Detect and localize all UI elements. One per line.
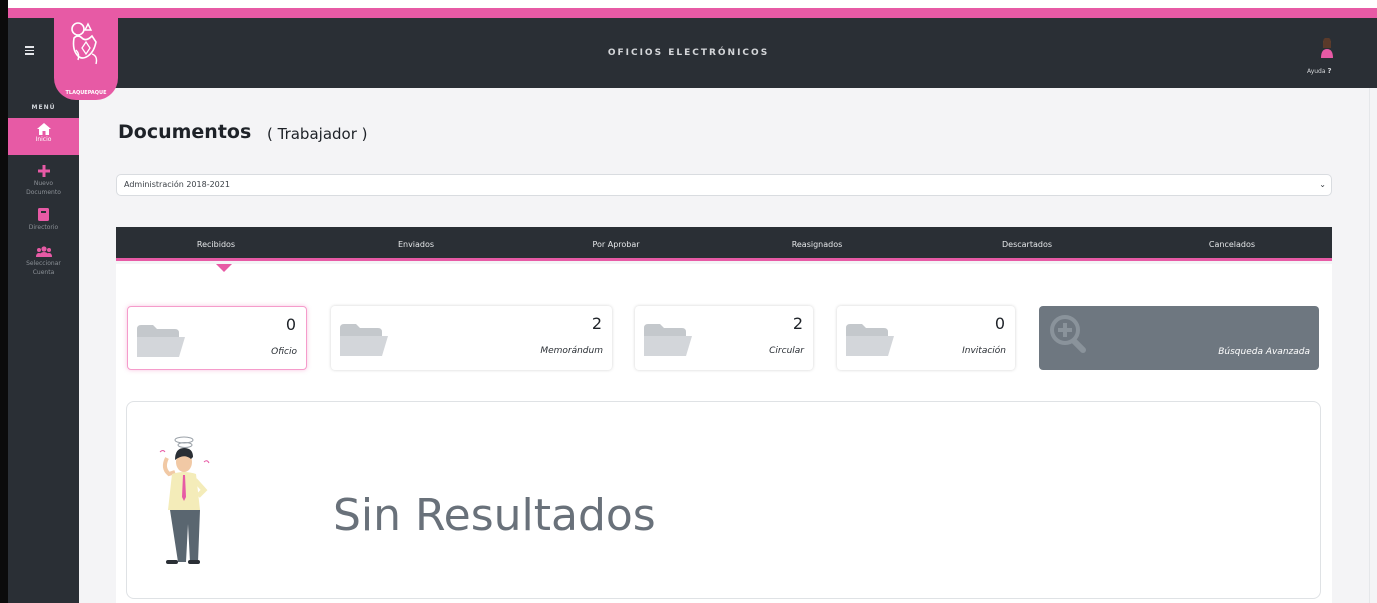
administration-select[interactable]: Administración 2018-2021 ⌄ [116,174,1332,196]
card-circular[interactable]: 2 Circular [635,306,813,370]
window-top-edge [0,0,1377,8]
confused-man-illustration [159,436,210,564]
help-mark: ? [1327,67,1332,75]
logo-text: TLAQUEPAQUE [65,90,107,96]
card-oficio[interactable]: 0 Oficio [127,306,307,370]
folder-icon [137,325,185,357]
folder-icon [644,324,692,356]
app-title: OFICIOS ELECTRÓNICOS [607,48,770,58]
sidebar-item-label: Seleccionar Cuenta [26,260,61,276]
tab-bar: Recibidos Enviados Por Aprobar Reasignad… [116,227,1332,261]
help-label: Ayuda [1307,68,1326,75]
card-label: Invitación [962,346,1006,356]
tab-descartados[interactable]: Descartados [957,240,1097,249]
no-results-message: Sin Resultados [333,490,656,541]
card-invitacion[interactable]: 0 Invitación [837,306,1015,370]
page-scrollbar[interactable] [1369,88,1377,603]
logo-icon [71,22,98,65]
app-window: TLAQUEPAQUE OFICIOS ELECTRÓNICOS Ayuda ?… [0,0,1377,603]
page-subtitle: ( Trabajador ) [267,125,368,143]
accent-strip [8,8,1377,18]
card-memorandum[interactable]: 2 Memorándum [331,306,612,370]
folder-icon [340,324,388,356]
advanced-search-label: Búsqueda Avanzada [1218,347,1310,357]
users-icon [35,246,52,257]
home-icon [36,123,51,135]
card-count: 0 [285,315,296,334]
sidebar-item-label: Directorio [28,224,59,231]
administration-select-value: Administración 2018-2021 [124,180,230,189]
logo: TLAQUEPAQUE [54,18,118,100]
tab-por-aprobar[interactable]: Por Aprobar [546,240,686,249]
card-label: Memorándum [540,346,603,356]
chevron-down-icon: ⌄ [1319,180,1326,189]
sidebar-item-seleccionar-cuenta[interactable]: Seleccionar Cuenta [8,246,79,286]
tab-enviados[interactable]: Enviados [346,240,486,249]
page-title: Documentos [118,121,252,143]
tab-reasignados[interactable]: Reasignados [747,240,887,249]
user-avatar-icon[interactable] [1320,38,1334,58]
tab-recibidos[interactable]: Recibidos [146,240,286,249]
active-tab-indicator [216,264,232,272]
folder-icon [846,324,894,356]
sidebar-item-label: Inicio [35,136,52,143]
sidebar-item-directorio[interactable]: Directorio [8,208,79,238]
card-count: 2 [792,314,803,333]
results-panel [126,401,1321,599]
zoom-in-icon [1050,315,1086,353]
sidebar-item-label: Nuevo Documento [26,180,61,196]
help-link[interactable]: Ayuda ? [1307,67,1332,75]
menu-heading: MENÚ [31,104,56,111]
card-count: 0 [994,314,1005,333]
sidebar-item-nuevo-documento[interactable]: Nuevo Documento [8,165,79,205]
advanced-search-button[interactable]: Búsqueda Avanzada [1039,306,1319,370]
tab-cancelados[interactable]: Cancelados [1162,240,1302,249]
window-left-edge [0,0,8,603]
card-count: 2 [591,314,602,333]
card-label: Oficio [271,347,297,357]
card-label: Circular [769,346,804,356]
plus-icon [37,165,50,177]
sidebar-item-inicio[interactable]: Inicio [8,118,79,155]
book-icon [38,208,49,221]
